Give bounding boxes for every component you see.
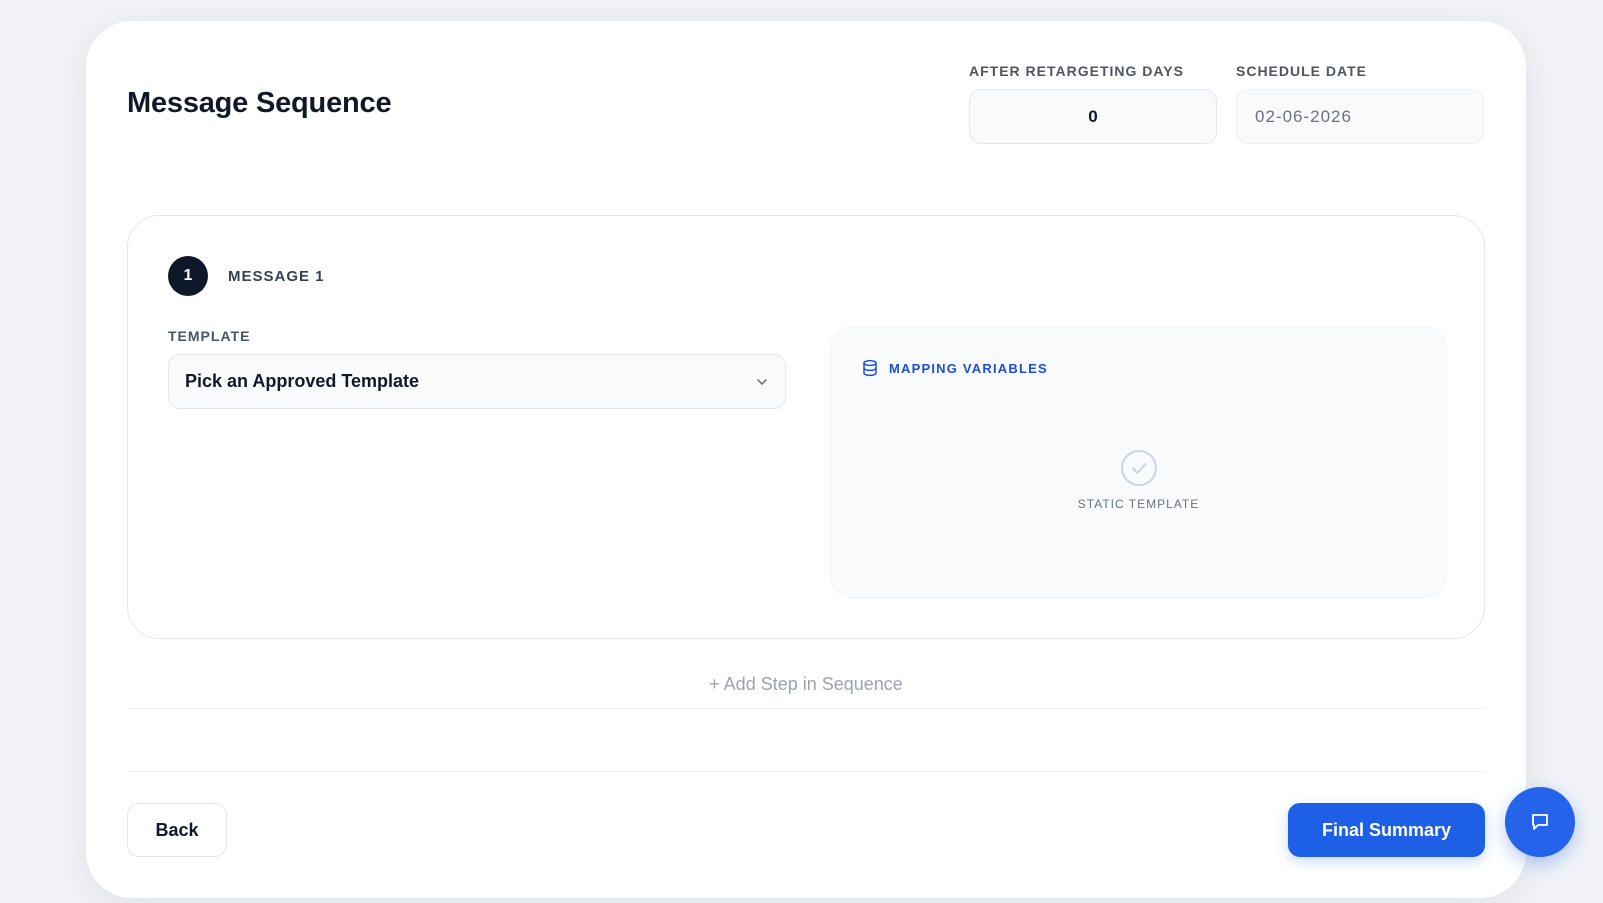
chat-button[interactable] xyxy=(1505,787,1575,857)
retargeting-days-input[interactable]: 0 xyxy=(969,89,1217,144)
template-label: TEMPLATE xyxy=(168,328,251,344)
step-number-badge: 1 xyxy=(168,256,208,296)
static-template-state: STATIC TEMPLATE xyxy=(831,449,1446,511)
app-stage: Message Sequence AFTER RETARGETING DAYS … xyxy=(0,0,1603,903)
database-icon xyxy=(863,359,877,377)
message-sequence-card: Message Sequence AFTER RETARGETING DAYS … xyxy=(86,21,1526,898)
chevron-down-icon xyxy=(757,378,767,385)
mapping-variables-title: MAPPING VARIABLES xyxy=(889,360,1048,376)
footer-divider xyxy=(127,771,1485,772)
add-step-button[interactable]: + Add Step in Sequence xyxy=(127,661,1485,709)
schedule-date-label: SCHEDULE DATE xyxy=(1236,63,1367,79)
back-button[interactable]: Back xyxy=(127,803,227,857)
chat-bubble-icon xyxy=(1532,814,1548,830)
retargeting-days-label: AFTER RETARGETING DAYS xyxy=(969,63,1184,79)
page-title: Message Sequence xyxy=(127,87,392,119)
final-summary-button[interactable]: Final Summary xyxy=(1288,803,1485,857)
step-title: MESSAGE 1 xyxy=(228,268,325,285)
template-select[interactable]: Pick an Approved Template xyxy=(168,354,786,409)
mapping-variables-panel: MAPPING VARIABLES STATIC TEMPLATE xyxy=(830,326,1447,598)
schedule-date-input[interactable]: 02-06-2026 xyxy=(1236,89,1484,144)
check-circle-icon xyxy=(1120,450,1157,486)
message-step-card: 1 MESSAGE 1 TEMPLATE Pick an Approved Te… xyxy=(127,215,1485,639)
template-select-value: Pick an Approved Template xyxy=(185,371,420,391)
static-template-label: STATIC TEMPLATE xyxy=(1077,497,1200,511)
mapping-variables-header: MAPPING VARIABLES xyxy=(861,359,1048,377)
